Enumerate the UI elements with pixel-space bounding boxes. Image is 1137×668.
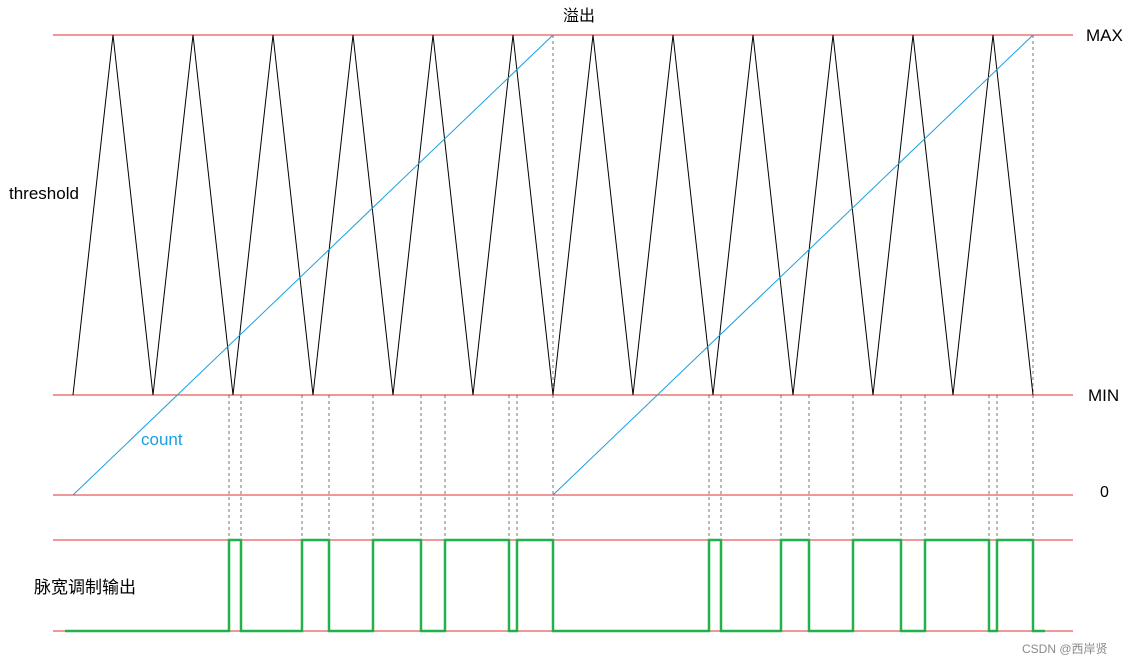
overflow-label: 溢出 (563, 8, 596, 25)
count-ramp-2 (552, 34, 1034, 496)
count-label: count (141, 430, 183, 449)
dashed-guides (228, 35, 1034, 631)
count-ramp-1 (72, 34, 554, 496)
zero-label: 0 (1100, 484, 1109, 501)
max-label: MAX (1086, 26, 1123, 45)
min-label: MIN (1088, 386, 1120, 405)
pwm-output-wave (65, 538, 1045, 633)
threshold-label: threshold (9, 184, 79, 203)
pwm-timing-diagram (53, 34, 1073, 633)
pwm-output-label: 脉宽调制输出 (34, 578, 136, 597)
watermark: CSDN @西岸贤 (1022, 642, 1108, 656)
